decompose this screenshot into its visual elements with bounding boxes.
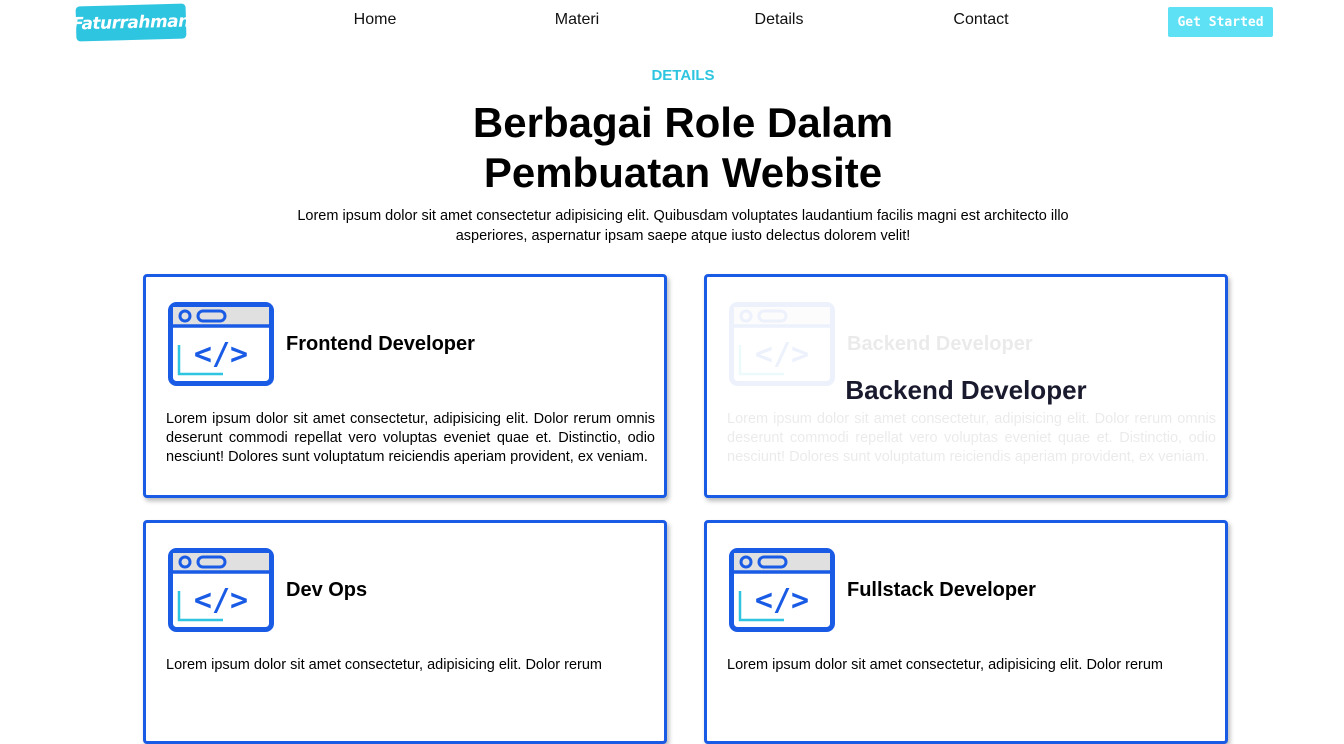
role-card-fullstack[interactable]: Fullstack Developer Lorem ipsum dolor si…	[704, 520, 1228, 744]
card-title: Fullstack Developer	[847, 579, 1036, 601]
card-hover-title: Backend Developer	[845, 375, 1087, 405]
card-text: Lorem ipsum dolor sit amet consectetur, …	[166, 411, 655, 465]
section-eyebrow: DETAILS	[651, 67, 715, 84]
nav-materi-link[interactable]: Materi	[555, 11, 599, 29]
code-window-icon	[729, 302, 835, 386]
card-text: Lorem ipsum dolor sit amet consectetur, …	[727, 657, 1163, 673]
code-window-icon	[168, 302, 274, 386]
get-started-button[interactable]: Get Started	[1168, 7, 1273, 37]
card-title: Frontend Developer	[286, 333, 475, 355]
card-title: Backend Developer	[847, 333, 1033, 355]
card-text: Lorem ipsum dolor sit amet consectetur, …	[727, 411, 1216, 465]
section-description: Lorem ipsum dolor sit amet consectetur a…	[297, 208, 1069, 244]
nav-details-link[interactable]: Details	[755, 11, 804, 29]
nav-contact-link[interactable]: Contact	[953, 11, 1008, 29]
nav-home-link[interactable]: Home	[354, 11, 397, 29]
code-window-icon	[729, 548, 835, 632]
role-card-backend[interactable]: Backend Developer Lorem ipsum dolor sit …	[704, 274, 1228, 498]
role-card-frontend[interactable]: Frontend Developer Lorem ipsum dolor sit…	[143, 274, 667, 498]
section-title: Berbagai Role Dalam Pembuatan Website	[472, 99, 894, 196]
card-title: Dev Ops	[286, 579, 368, 601]
code-window-icon	[168, 548, 274, 632]
role-card-devops[interactable]: Dev Ops Lorem ipsum dolor sit amet conse…	[143, 520, 667, 744]
card-text: Lorem ipsum dolor sit amet consectetur, …	[166, 657, 602, 673]
site-logo[interactable]: Faturrahman	[72, 3, 190, 42]
